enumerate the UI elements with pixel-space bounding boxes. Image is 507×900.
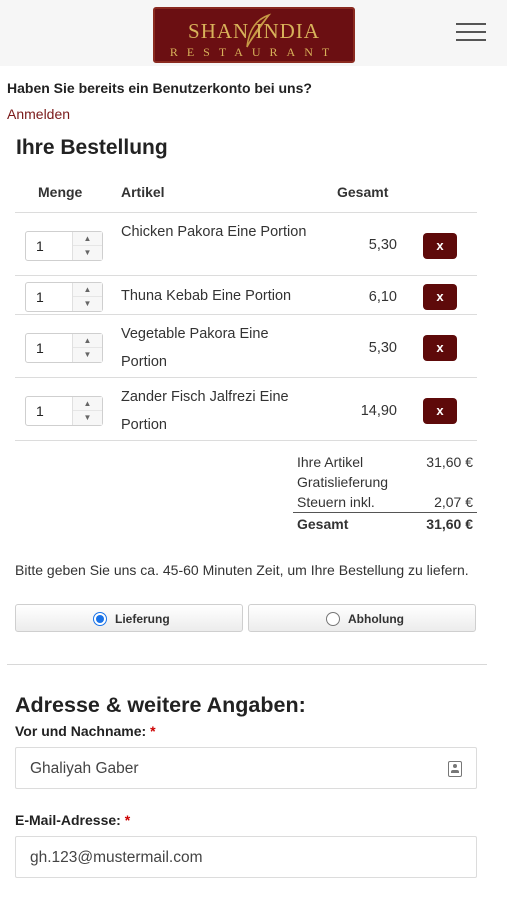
increment-arrow-icon[interactable]: ▲: [73, 232, 102, 246]
item-price: 6,10: [368, 289, 397, 305]
delivery-time-info: Bitte geben Sie uns ca. 45-60 Minuten Ze…: [15, 562, 469, 578]
name-field-value: Ghaliyah Gaber: [30, 760, 139, 777]
quantity-stepper[interactable]: 1 ▲ ▼: [25, 396, 103, 426]
order-row: 1 ▲ ▼ Vegetable Pakora Eine Portion 5,30…: [15, 315, 477, 377]
column-header-total: Gesamt: [337, 184, 389, 200]
order-title: Ihre Bestellung: [16, 136, 168, 159]
order-row: 1 ▲ ▼ Zander Fisch Jalfrezi Eine Portion…: [15, 378, 477, 440]
quantity-stepper[interactable]: 1 ▲ ▼: [25, 282, 103, 312]
email-field-value: gh.123@mustermail.com: [30, 849, 203, 866]
remove-item-button[interactable]: x: [423, 398, 457, 424]
decrement-arrow-icon[interactable]: ▼: [73, 348, 102, 362]
quantity-stepper[interactable]: 1 ▲ ▼: [25, 231, 103, 261]
delivery-option-label: Lieferung: [115, 612, 170, 626]
contact-card-icon[interactable]: [448, 761, 462, 777]
delivery-option-button[interactable]: Lieferung: [15, 604, 243, 632]
account-question: Haben Sie bereits ein Benutzerkonto bei …: [7, 80, 312, 96]
email-field-label: E-Mail-Adresse: *: [15, 812, 130, 828]
item-price: 5,30: [368, 237, 397, 253]
hamburger-menu-icon[interactable]: [456, 23, 486, 43]
item-name: Vegetable Pakora Eine Portion: [121, 326, 269, 370]
required-marker: *: [124, 812, 131, 828]
increment-arrow-icon[interactable]: ▲: [73, 334, 102, 348]
pickup-option-button[interactable]: Abholung: [248, 604, 476, 632]
free-delivery-label: Gratislieferung: [297, 474, 389, 490]
decrement-arrow-icon[interactable]: ▼: [73, 411, 102, 425]
stepper-buttons: ▲ ▼: [72, 334, 102, 362]
tax-value: 2,07 €: [434, 494, 473, 510]
decrement-arrow-icon[interactable]: ▼: [73, 297, 102, 311]
header: SHAN INDIA RESTAURANT: [0, 0, 507, 66]
radio-selected-icon[interactable]: [93, 612, 107, 626]
pickup-option-label: Abholung: [348, 612, 404, 626]
increment-arrow-icon[interactable]: ▲: [73, 283, 102, 297]
column-header-item: Artikel: [121, 184, 165, 200]
quantity-value: 1: [36, 340, 44, 356]
column-header-qty: Menge: [38, 184, 83, 200]
radio-unselected-icon[interactable]: [326, 612, 340, 626]
grand-total-label: Gesamt: [297, 516, 349, 532]
quantity-value: 1: [36, 289, 44, 305]
decrement-arrow-icon[interactable]: ▼: [73, 246, 102, 260]
totals-divider: [293, 512, 477, 513]
logo-title: SHAN INDIA: [188, 19, 320, 43]
order-row: 1 ▲ ▼ Chicken Pakora Eine Portion 5,30 x: [15, 213, 477, 275]
item-price: 14,90: [360, 403, 397, 419]
quantity-value: 1: [36, 403, 44, 419]
address-section-title: Adresse & weitere Angaben:: [15, 693, 306, 717]
stepper-buttons: ▲ ▼: [72, 397, 102, 425]
item-name: Thuna Kebab Eine Portion: [121, 288, 292, 304]
login-link[interactable]: Anmelden: [7, 106, 70, 122]
item-price: 5,30: [368, 340, 397, 356]
restaurant-logo[interactable]: SHAN INDIA RESTAURANT: [153, 7, 355, 63]
remove-item-button[interactable]: x: [423, 284, 457, 310]
increment-arrow-icon[interactable]: ▲: [73, 397, 102, 411]
grand-total-value: 31,60 €: [426, 516, 473, 532]
quantity-value: 1: [36, 238, 44, 254]
remove-item-button[interactable]: x: [423, 335, 457, 361]
name-field-label: Vor und Nachname: *: [15, 723, 156, 739]
stepper-buttons: ▲ ▼: [72, 232, 102, 260]
order-row: 1 ▲ ▼ Thuna Kebab Eine Portion 6,10 x: [15, 276, 477, 314]
items-subtotal-value: 31,60 €: [426, 454, 473, 470]
required-marker: *: [150, 723, 156, 739]
item-name: Zander Fisch Jalfrezi Eine Portion: [121, 389, 289, 433]
logo-subtitle: RESTAURANT: [169, 45, 339, 59]
name-label-text: Vor und Nachname:: [15, 723, 147, 739]
divider: [15, 440, 477, 441]
item-name: Chicken Pakora Eine Portion: [121, 224, 307, 240]
name-field[interactable]: Ghaliyah Gaber: [15, 747, 477, 789]
email-label-text: E-Mail-Adresse:: [15, 812, 121, 828]
quantity-stepper[interactable]: 1 ▲ ▼: [25, 333, 103, 363]
email-field[interactable]: gh.123@mustermail.com: [15, 836, 477, 878]
stepper-buttons: ▲ ▼: [72, 283, 102, 311]
remove-item-button[interactable]: x: [423, 233, 457, 259]
section-divider: [7, 664, 487, 665]
